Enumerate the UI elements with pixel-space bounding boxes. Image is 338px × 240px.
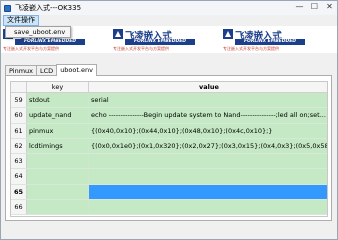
row-number: 59	[11, 93, 27, 108]
column-header-value[interactable]: value	[89, 82, 327, 92]
cell-value[interactable]	[89, 200, 327, 215]
status-bar	[1, 226, 337, 239]
brand-slogan: 专注嵌入式开发平台与方案提供	[223, 46, 279, 51]
cell-key[interactable]: lcdtimings	[27, 138, 89, 154]
tab-uboot-env[interactable]: uboot.env	[56, 64, 97, 76]
brand-name-en: FORLINX EMBEDDED	[235, 39, 305, 45]
table-row[interactable]: 59 stdout serial	[11, 93, 327, 109]
cell-value[interactable]	[89, 169, 327, 184]
column-header-key[interactable]: key	[27, 82, 89, 92]
table-row[interactable]: 66	[11, 200, 327, 216]
brand-logo: 飞凌嵌入式 FORLINX EMBEDDED 专注嵌入式开发平台与方案提供	[113, 28, 209, 52]
row-number: 62	[11, 138, 27, 154]
brand-name-en: FORLINX EMBEDDED	[15, 39, 85, 45]
cell-key[interactable]	[27, 154, 89, 169]
tab-panel: key value 59 stdout serial 60 update_nan…	[5, 75, 332, 221]
row-number: 65	[11, 184, 27, 200]
maximize-button[interactable]: ☐	[309, 2, 320, 12]
brand-logo: 飞凌嵌入式 FORLINX EMBEDDED 专注嵌入式开发平台与方案提供	[223, 28, 319, 52]
title-bar: 飞凌嵌入式---OK335 — ☐ ✕	[1, 1, 337, 15]
table-row[interactable]: 62 lcdtimings {(0x0,0x1e0};(0x1,0x320};(…	[11, 138, 327, 155]
row-number: 64	[11, 169, 27, 184]
cell-value[interactable]: {(0x40,0x10};(0x44,0x10};(0x48,0x10};(0x…	[89, 123, 327, 138]
cell-value[interactable]: echo ---------------Begin update system …	[89, 108, 327, 123]
menu-file[interactable]: 文件操作	[3, 15, 39, 26]
minimize-button[interactable]: —	[294, 2, 305, 12]
close-button[interactable]: ✕	[324, 2, 335, 12]
cell-value[interactable]	[89, 184, 327, 200]
env-table[interactable]: key value 59 stdout serial 60 update_nan…	[10, 81, 328, 217]
logo-mark-icon	[113, 29, 123, 39]
table-row[interactable]: 63	[11, 154, 327, 170]
cell-key[interactable]	[27, 184, 89, 200]
row-number: 60	[11, 108, 27, 123]
cell-key[interactable]: pinmux	[27, 123, 89, 138]
row-header-corner	[11, 82, 27, 92]
brand-slogan: 专注嵌入式开发平台与方案提供	[3, 46, 59, 51]
table-header: key value	[11, 82, 327, 93]
app-icon	[4, 4, 11, 12]
menu-bar: 文件操作	[1, 15, 337, 26]
brand-slogan: 专注嵌入式开发平台与方案提供	[113, 46, 169, 51]
window-controls: — ☐ ✕	[294, 2, 335, 12]
table-body: 59 stdout serial 60 update_nand echo ---…	[11, 93, 327, 216]
app-window: 飞凌嵌入式---OK335 — ☐ ✕ 文件操作 飞凌嵌入式 FORLINX E…	[0, 0, 338, 240]
table-row[interactable]: 64	[11, 169, 327, 185]
cell-key[interactable]	[27, 169, 89, 184]
table-row-selected[interactable]: 65	[11, 184, 327, 201]
brand-name-en: FORLINX EMBEDDED	[125, 39, 195, 45]
cell-key[interactable]: update_nand	[27, 108, 89, 123]
file-menu-dropdown: save_uboot.env	[5, 26, 71, 38]
window-title: 飞凌嵌入式---OK335	[15, 4, 82, 12]
table-row[interactable]: 60 update_nand echo ---------------Begin…	[11, 108, 327, 124]
menu-item-save-uboot-env[interactable]: save_uboot.env	[6, 27, 70, 37]
cell-value[interactable]: {(0x0,0x1e0};(0x1,0x320};(0x2,0x27};(0x3…	[89, 138, 327, 154]
cell-value[interactable]: serial	[89, 93, 327, 108]
row-number: 61	[11, 123, 27, 138]
cell-key[interactable]	[27, 200, 89, 215]
row-number: 66	[11, 200, 27, 215]
cell-value[interactable]	[89, 154, 327, 169]
table-row[interactable]: 61 pinmux {(0x40,0x10};(0x44,0x10};(0x48…	[11, 123, 327, 139]
logo-mark-icon	[223, 29, 233, 39]
row-number: 63	[11, 154, 27, 169]
cell-key[interactable]: stdout	[27, 93, 89, 108]
